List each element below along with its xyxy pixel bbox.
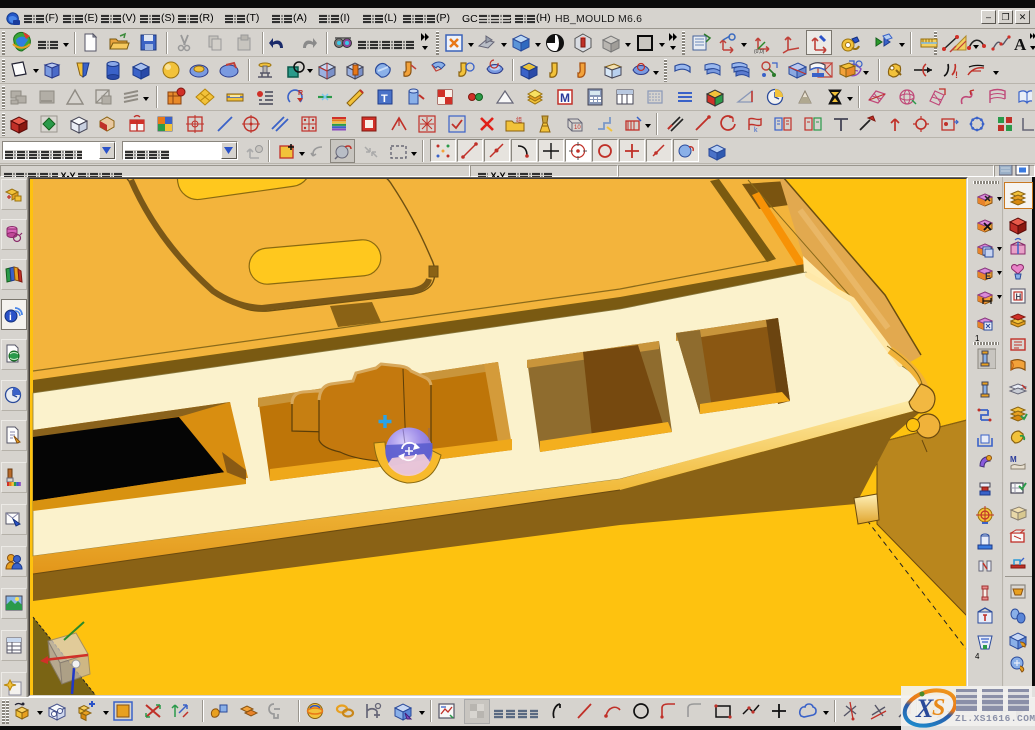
svg-text:M: M bbox=[560, 91, 570, 105]
svg-text:E: E bbox=[985, 271, 991, 281]
svg-text:组: 组 bbox=[516, 116, 522, 124]
svg-text:!: ! bbox=[955, 70, 958, 80]
svg-text:k: k bbox=[754, 127, 758, 134]
svg-text:R: R bbox=[298, 90, 303, 97]
svg-text:M: M bbox=[1010, 455, 1017, 464]
svg-text:(0,0): (0,0) bbox=[754, 49, 765, 54]
svg-text:H: H bbox=[1016, 293, 1022, 302]
svg-text:T: T bbox=[381, 93, 388, 105]
svg-text:i: i bbox=[9, 312, 12, 323]
svg-text:S: S bbox=[932, 695, 945, 721]
svg-text:10: 10 bbox=[574, 125, 581, 131]
svg-text:A: A bbox=[1014, 35, 1027, 54]
